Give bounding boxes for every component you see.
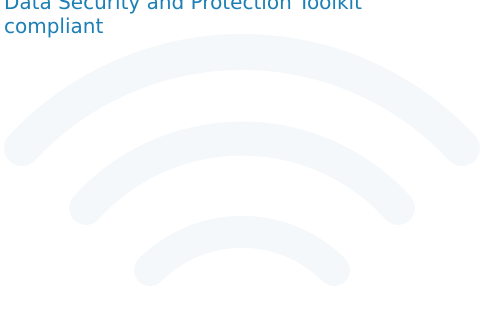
wifi-icon [4,34,480,286]
headline-line-1: Data Security and Protection Toolkit [4,0,362,14]
wifi-middle-arc [69,121,415,225]
headline: Data Security and Protection Toolkit com… [4,0,484,38]
headline-line-2: compliant [4,14,104,38]
wifi-inner-arc [134,215,350,286]
page: Data Security and Protection Toolkit com… [0,0,484,329]
